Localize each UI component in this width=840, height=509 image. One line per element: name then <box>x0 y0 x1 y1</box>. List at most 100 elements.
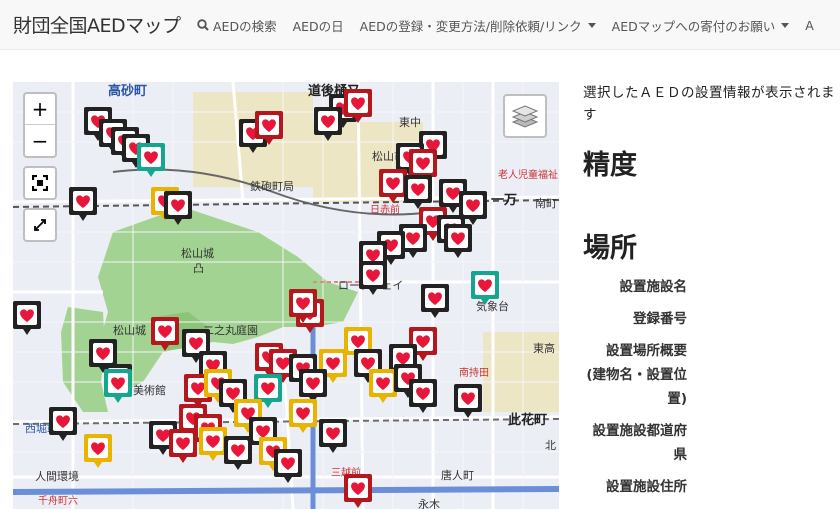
aed-marker[interactable] <box>254 110 284 146</box>
nav-aed-day-link[interactable]: AEDの日 <box>293 16 344 35</box>
aed-heart-icon <box>314 107 342 141</box>
aed-marker[interactable] <box>420 283 450 319</box>
zoom-out-button[interactable]: − <box>25 125 55 156</box>
caret-down-icon <box>587 22 596 28</box>
aed-heart-icon <box>454 384 482 418</box>
search-icon <box>197 19 209 31</box>
map-label: 鉄砲町局 <box>250 180 294 193</box>
aed-heart-icon <box>13 301 41 335</box>
nav-more-link[interactable]: A <box>805 18 814 33</box>
map-label: 人間環境 <box>35 470 79 483</box>
layers-control-button[interactable] <box>503 94 547 138</box>
aed-heart-icon <box>289 289 317 323</box>
aed-marker[interactable] <box>168 428 198 464</box>
fullscreen-icon <box>32 175 48 191</box>
aed-marker[interactable] <box>273 448 303 484</box>
aed-marker[interactable] <box>223 435 253 471</box>
aed-heart-icon <box>319 419 347 453</box>
aed-heart-icon <box>359 261 387 295</box>
zoom-in-button[interactable]: + <box>25 94 55 125</box>
aed-marker[interactable] <box>288 288 318 324</box>
aed-marker[interactable] <box>163 190 193 226</box>
field-facility-name: 設置施設名 <box>619 279 688 295</box>
nav-search-link[interactable]: AEDの検索 <box>197 16 277 35</box>
aed-marker[interactable] <box>408 378 438 414</box>
aed-heart-icon <box>104 369 132 403</box>
aed-marker[interactable] <box>13 300 42 336</box>
aed-marker[interactable] <box>443 223 473 259</box>
field-registration-number: 登録番号 <box>633 311 687 327</box>
nav-more-label: A <box>805 17 814 33</box>
precision-heading: 精度 <box>583 150 637 181</box>
aed-heart-icon <box>471 271 499 305</box>
map-label: 松山城 <box>181 247 214 260</box>
field-location-summary: 設置場所概要 (建物名・設置位置) <box>586 343 687 407</box>
castle-icon: 凸 <box>193 262 204 275</box>
nav-register-label: AEDの登録・変更方法/削除依頼/リンク <box>359 18 582 34</box>
info-intro-text: 選択したＡＥＤの設置情報が表示されます <box>583 85 835 123</box>
place-field-list: 設置施設名 登録番号 設置場所概要 (建物名・設置位置) 設置施設都道府県 設置… <box>583 275 840 499</box>
aed-heart-icon <box>344 89 372 123</box>
aed-heart-icon <box>151 317 179 351</box>
aed-marker[interactable] <box>470 270 500 306</box>
aed-marker[interactable] <box>403 174 433 210</box>
aed-heart-icon <box>255 111 283 145</box>
layers-icon <box>511 105 539 128</box>
aed-heart-icon <box>289 399 317 433</box>
aed-heart-icon <box>69 187 97 221</box>
aed-info-panel: 選択したＡＥＤの設置情報が表示されます 精度 場所 設置施設名 登録番号 設置場… <box>583 82 840 507</box>
aed-heart-icon <box>137 143 165 177</box>
aed-heart-icon <box>444 224 472 258</box>
nav-donation-label: AEDマップへの寄付のお願い <box>611 18 776 34</box>
brand-title[interactable]: 財団全国AEDマップ <box>13 11 181 38</box>
map-label: 高砂町 <box>108 84 148 99</box>
nav-donation-dropdown[interactable]: AEDマップへの寄付のお願い <box>612 16 790 35</box>
map-label: 東高 <box>533 342 555 355</box>
aed-heart-icon <box>164 191 192 225</box>
aed-marker[interactable] <box>343 473 373 509</box>
aed-heart-icon <box>274 449 302 483</box>
zoom-control: + − <box>23 92 57 158</box>
aed-heart-icon <box>224 436 252 470</box>
aed-heart-icon <box>344 474 372 508</box>
aed-heart-icon <box>421 284 449 318</box>
nav-search-label: AEDの検索 <box>213 18 277 34</box>
aed-marker[interactable] <box>68 186 98 222</box>
nav-links: AEDの検索 AEDの日 AEDの登録・変更方法/削除依頼/リンク AEDマップ… <box>197 0 830 50</box>
caret-down-icon <box>781 22 790 28</box>
aed-heart-icon <box>404 175 432 209</box>
aed-marker[interactable] <box>103 368 133 404</box>
map-label: 唐人町 <box>441 469 474 482</box>
aed-marker[interactable] <box>83 433 113 469</box>
expand-button[interactable] <box>23 208 57 242</box>
fullscreen-button[interactable] <box>23 166 57 200</box>
expand-diagonal-icon <box>34 219 46 231</box>
map-label: 南持田 <box>459 368 489 379</box>
aed-marker[interactable] <box>288 398 318 434</box>
aed-heart-icon <box>169 429 197 463</box>
map-label: 北 <box>545 439 556 452</box>
aed-marker[interactable] <box>313 106 343 142</box>
map-label: 美術館 <box>133 384 166 397</box>
map-label: 千舟町六 <box>38 496 78 507</box>
aed-marker[interactable] <box>343 88 373 124</box>
aed-marker[interactable] <box>150 316 180 352</box>
map-label: 二之丸庭園 <box>203 324 258 337</box>
aed-marker[interactable] <box>318 418 348 454</box>
place-heading: 場所 <box>583 233 637 264</box>
map-label: 一万 <box>491 193 518 208</box>
map-label: 松山城 <box>113 324 146 337</box>
aed-marker[interactable] <box>453 383 483 419</box>
map-label: 老人児童福祉 <box>498 170 558 181</box>
map-label: 南町 <box>535 197 557 210</box>
map-label: 永木 <box>418 498 440 509</box>
nav-register-dropdown[interactable]: AEDの登録・変更方法/削除依頼/リンク <box>360 16 596 35</box>
aed-map[interactable]: 高砂町 道後樋又 東中 松山市 鉄砲町局 一万 南町 日赤前 老人児童福祉 松山… <box>13 82 559 509</box>
aed-marker[interactable] <box>358 260 388 296</box>
aed-marker[interactable] <box>48 406 78 442</box>
aed-marker[interactable] <box>136 142 166 178</box>
map-label: 東中 <box>399 116 421 129</box>
map-label: 此花町 <box>508 413 548 428</box>
nav-aed-day-label: AEDの日 <box>292 18 344 34</box>
field-prefecture: 設置施設都道府県 <box>592 423 688 463</box>
